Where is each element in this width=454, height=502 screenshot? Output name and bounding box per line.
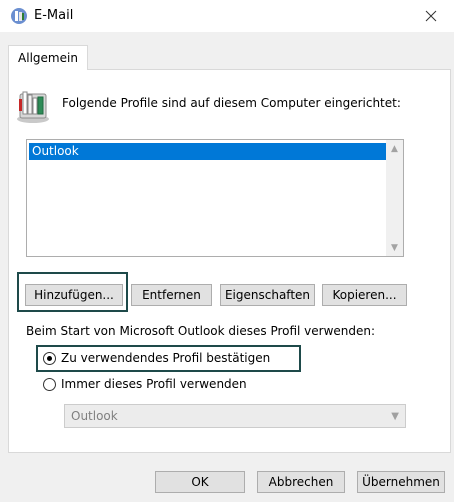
close-icon: [425, 10, 437, 22]
ok-button[interactable]: OK: [155, 471, 245, 493]
profile-list[interactable]: Outlook ▲ ▼: [26, 139, 404, 257]
mail-app-icon: [11, 8, 27, 24]
tab-general-label: Allgemein: [18, 51, 78, 65]
profile-properties-button[interactable]: Eigenschaften: [220, 284, 315, 306]
profile-select-value: Outlook: [71, 409, 118, 423]
window-title: E-Mail: [34, 8, 74, 23]
list-scrollbar[interactable]: ▲ ▼: [386, 140, 403, 256]
profile-select[interactable]: Outlook ▼: [64, 404, 406, 428]
radio-always-profile[interactable]: Immer dieses Profil verwenden: [43, 377, 247, 391]
apply-button[interactable]: Übernehmen: [357, 471, 445, 493]
scroll-up-icon[interactable]: ▲: [386, 140, 403, 157]
radio-unselected-icon[interactable]: [43, 377, 56, 391]
radio-confirm-profile[interactable]: Zu verwendendes Profil bestätigen: [43, 351, 270, 365]
startup-caption: Beim Start von Microsoft Outlook dieses …: [26, 324, 376, 338]
close-button[interactable]: [408, 0, 454, 32]
title-bar: E-Mail: [0, 0, 454, 32]
profiles-icon: [17, 91, 49, 123]
list-item[interactable]: Outlook: [29, 143, 386, 160]
scroll-down-icon[interactable]: ▼: [386, 239, 403, 256]
remove-profile-button[interactable]: Entfernen: [131, 284, 212, 306]
profiles-prompt: Folgende Profile sind auf diesem Compute…: [62, 96, 401, 110]
cancel-button[interactable]: Abbrechen: [257, 471, 345, 493]
tab-panel-general: [8, 69, 451, 453]
radio-selected-icon[interactable]: [43, 351, 56, 365]
radio-always-label: Immer dieses Profil verwenden: [61, 377, 247, 391]
copy-profile-button[interactable]: Kopieren...: [322, 284, 407, 306]
radio-confirm-label: Zu verwendendes Profil bestätigen: [61, 351, 271, 365]
add-profile-button[interactable]: Hinzufügen...: [25, 284, 123, 306]
chevron-down-icon: ▼: [391, 411, 399, 422]
tab-general[interactable]: Allgemein: [8, 45, 88, 70]
